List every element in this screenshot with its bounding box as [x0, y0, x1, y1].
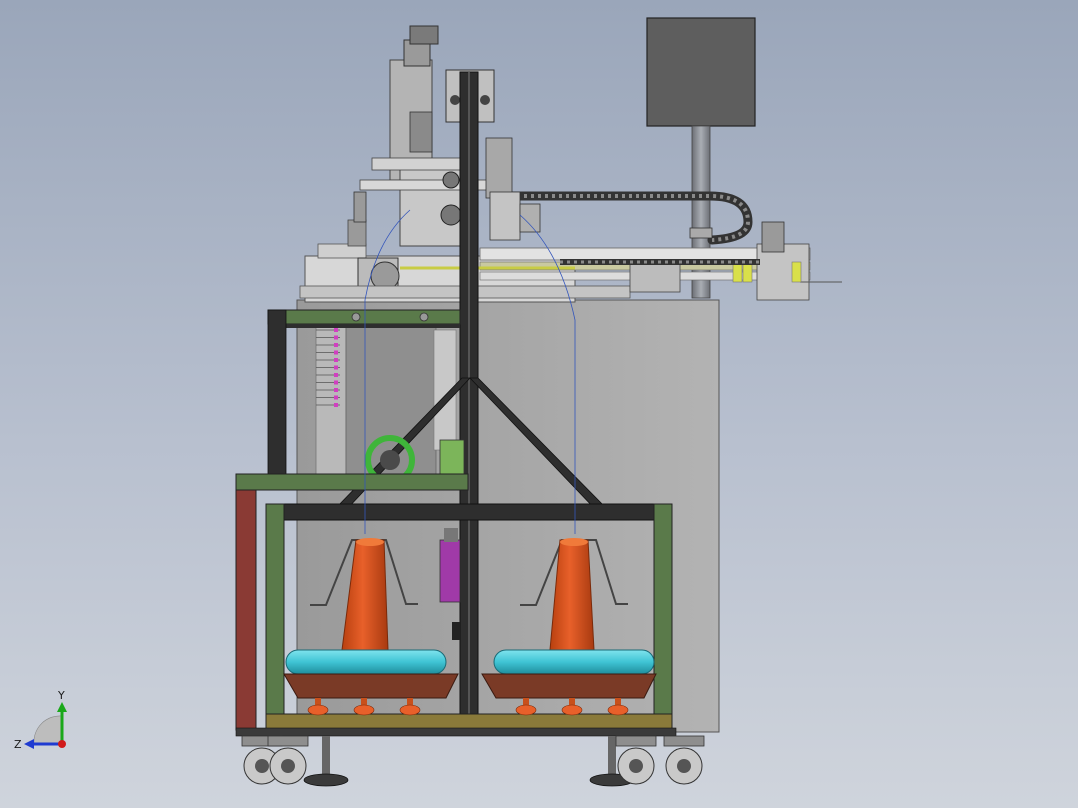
cad-viewport[interactable]: Y Z	[0, 0, 1078, 808]
leveller-stem	[322, 736, 330, 774]
ladder-marker	[334, 403, 338, 407]
tray-foot	[353, 704, 375, 716]
ladder-marker	[334, 343, 338, 347]
caster-hub	[255, 759, 269, 773]
z-axis-label: Z	[14, 738, 22, 751]
tray-foot	[607, 704, 629, 716]
tray-foot	[515, 704, 537, 716]
ladder-marker	[334, 365, 338, 370]
caster-mount	[663, 735, 705, 747]
casters	[241, 735, 705, 787]
ladder-marker	[334, 335, 338, 340]
ladder-marker	[334, 373, 338, 377]
axis-triad: Y Z	[14, 689, 67, 751]
caster-hub	[281, 759, 295, 773]
caster-hub	[629, 759, 643, 773]
z-axis-arrow	[24, 739, 34, 749]
leveller-stem	[608, 736, 616, 774]
tray-foot	[307, 704, 329, 716]
spindle-column	[353, 25, 541, 247]
ladder-marker	[334, 395, 338, 400]
y-axis-arrow	[57, 702, 67, 712]
y-axis-label: Y	[57, 689, 65, 702]
tray-foot	[399, 704, 421, 716]
tray-foot	[561, 704, 583, 716]
ladder-marker	[334, 358, 338, 362]
machine-drawing: Y Z	[14, 17, 842, 787]
caster-mount	[615, 735, 657, 747]
caster-hub	[677, 759, 691, 773]
ladder-marker	[334, 388, 338, 392]
ladder-marker	[334, 328, 338, 332]
leveller-foot	[303, 773, 349, 787]
x-axis-dot	[58, 740, 66, 748]
ladder-marker	[334, 380, 338, 385]
central-mast	[459, 71, 479, 719]
caster-mount	[267, 735, 309, 747]
ladder-marker	[334, 350, 338, 355]
